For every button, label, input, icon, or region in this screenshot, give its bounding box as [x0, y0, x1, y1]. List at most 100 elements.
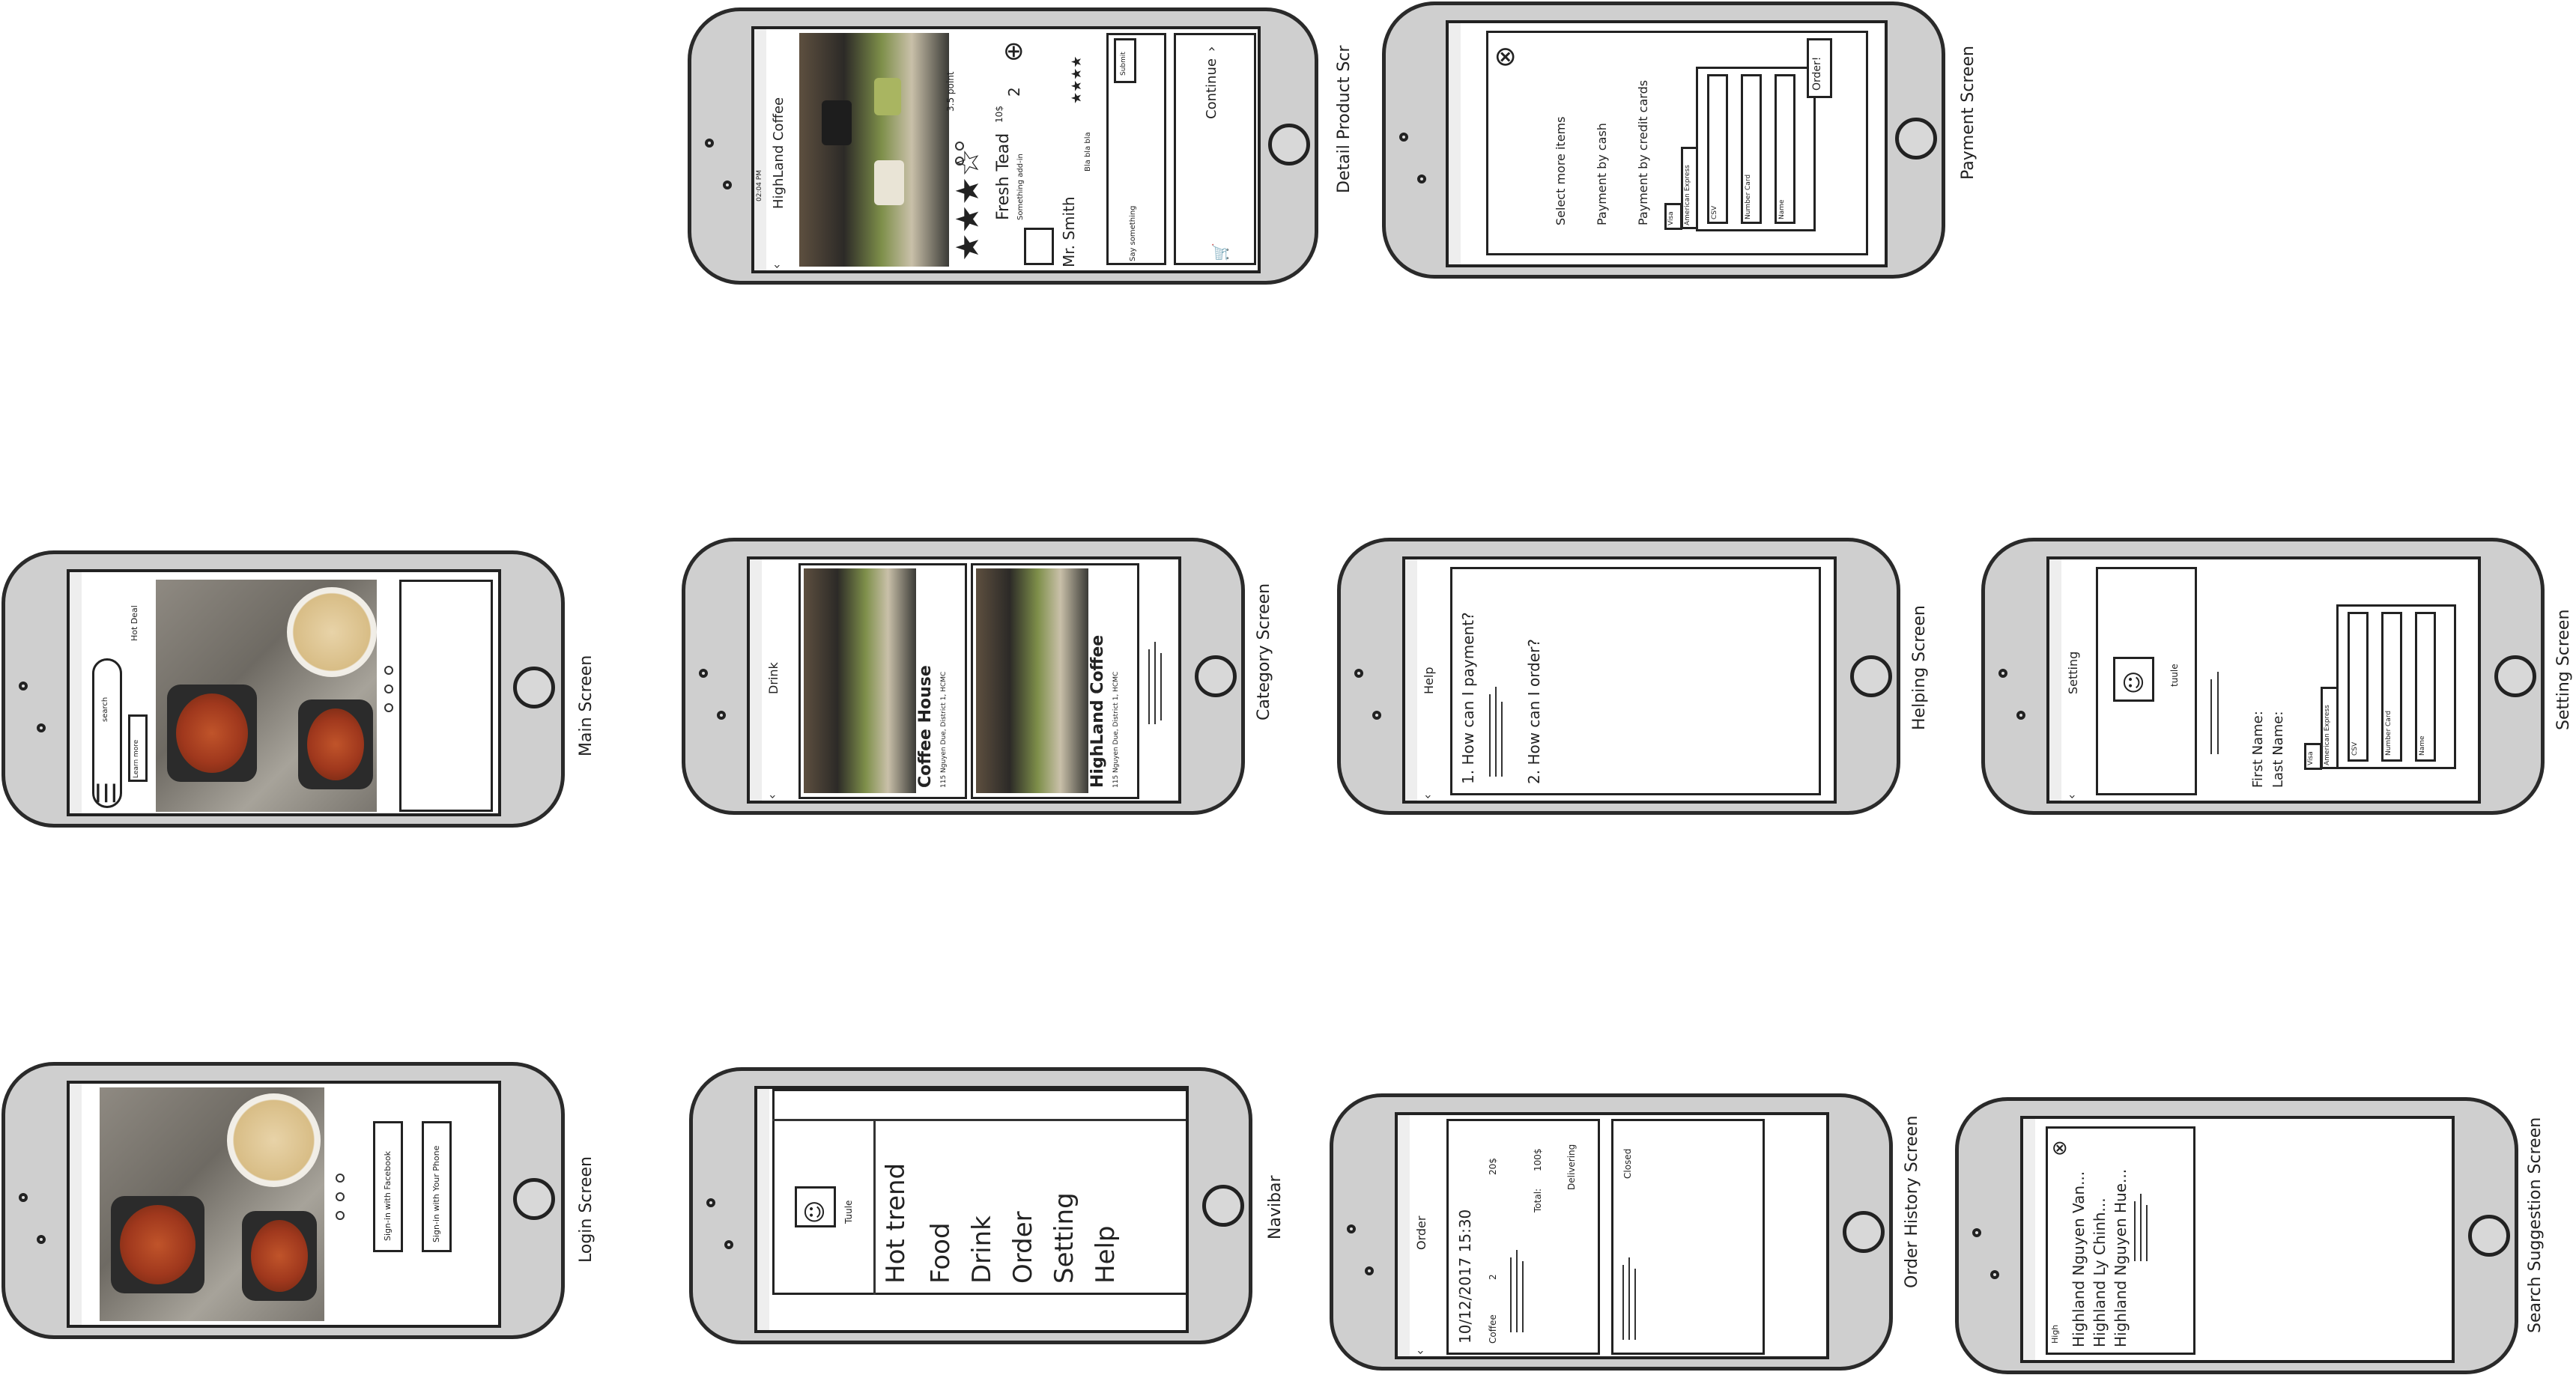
username: tuule — [2169, 664, 2180, 687]
faq-question-2[interactable]: 2. How can I order? — [1525, 639, 1543, 784]
dish-image — [167, 685, 257, 782]
home-button[interactable] — [1843, 1211, 1885, 1253]
review-text: Bla bla bla — [1084, 132, 1092, 172]
back-icon[interactable]: ‹ — [765, 795, 779, 799]
cup-image — [874, 160, 904, 205]
speaker — [1998, 669, 2007, 678]
status-bar — [70, 1084, 82, 1325]
nav-item-hot-trend[interactable]: Hot trend — [881, 1163, 911, 1284]
faq-question-1[interactable]: 1. How can I payment? — [1459, 612, 1477, 784]
nav-item-food[interactable]: Food — [926, 1222, 956, 1284]
order-price: 20$ — [1488, 1158, 1498, 1175]
drawer-divider — [873, 1119, 876, 1295]
option-credit[interactable]: Payment by credit cards — [1636, 80, 1650, 225]
placeholder-text-line — [2146, 1205, 2148, 1261]
name-label: Name — [2419, 735, 2426, 756]
speaker — [1347, 1224, 1356, 1233]
order-qty: 2 — [1488, 1274, 1498, 1280]
clear-icon[interactable]: ⊗ — [2049, 1140, 2071, 1156]
order-button-label: Order! — [1811, 56, 1823, 91]
csv-input[interactable] — [2348, 612, 2369, 762]
placeholder-text-line — [1510, 1257, 1512, 1332]
status-bar — [757, 1089, 769, 1330]
caption-helping: Helping Screen — [1910, 605, 1929, 730]
category-phone: ‹ Drink Coffee House 115 Nguyen Due, Dis… — [682, 538, 1245, 815]
product-thumb-icon — [1024, 228, 1054, 265]
carousel-dot[interactable] — [336, 1211, 345, 1220]
home-button[interactable] — [1895, 118, 1937, 160]
order-total-label: Total: — [1533, 1188, 1543, 1212]
caption-detail: Detail Product Scr — [1335, 45, 1354, 193]
carousel-dot[interactable] — [384, 685, 393, 693]
order-total: 100$ — [1533, 1148, 1543, 1171]
facebook-signin-label: Sign-in with Facebook — [383, 1150, 393, 1241]
continue-label[interactable]: Continue — [1204, 58, 1219, 119]
setting-screen: ‹ Setting ☺ tuule First Name: Last Name:… — [2046, 556, 2481, 804]
carousel-dot[interactable] — [384, 703, 393, 712]
dish-image — [242, 1211, 317, 1301]
status-bar — [750, 559, 762, 801]
product-points: 3.5 point — [945, 71, 956, 112]
home-button[interactable] — [2468, 1215, 2510, 1257]
payment-screen: ⊗ Select more items Payment by cash Paym… — [1446, 20, 1888, 267]
close-icon[interactable]: ⊗ — [1490, 46, 1521, 68]
detail-screen: 02:04 PM ‹ HighLand Coffee ★★★☆ 3.5 poin… — [751, 26, 1261, 273]
status-bar — [1449, 23, 1461, 264]
dish-image — [111, 1196, 204, 1293]
comment-input[interactable]: Say something — [1129, 205, 1137, 261]
helping-phone: ‹ Help 1. How can I payment? 2. How can … — [1337, 538, 1900, 815]
placeholder-text-line — [1522, 1261, 1524, 1332]
csv-input[interactable] — [1707, 74, 1728, 224]
search-suggestion[interactable]: Highland Nguyen Hue... — [2112, 1169, 2130, 1347]
add-icon[interactable]: ⊕ — [998, 41, 1028, 63]
search-phone: ⊗ High Highland Nguyen Van... Highland L… — [1955, 1097, 2518, 1374]
status-time: 02:04 PM — [756, 170, 763, 201]
card-address: 115 Nguyen Due, District 1, HCMC — [940, 671, 948, 788]
home-button[interactable] — [2494, 655, 2536, 697]
search-placeholder: search — [101, 696, 109, 722]
order-phone: ‹ Order 10/12/2017 15:30 Coffee 2 20$ To… — [1330, 1093, 1893, 1371]
option-select-more[interactable]: Select more items — [1554, 117, 1568, 225]
camera — [37, 723, 46, 732]
back-icon[interactable]: ‹ — [2064, 795, 2079, 799]
home-button[interactable] — [513, 667, 555, 708]
home-button[interactable] — [1202, 1185, 1244, 1227]
caption-payment: Payment Screen — [1959, 46, 1978, 180]
carousel-dot[interactable] — [336, 1174, 345, 1183]
product-sub: Something add-in — [1016, 154, 1025, 220]
hot-deal-label: Hot Deal — [130, 605, 139, 641]
cart-icon[interactable]: 🛒 — [1211, 243, 1229, 261]
home-button[interactable] — [1195, 655, 1237, 697]
home-button[interactable] — [1850, 655, 1892, 697]
home-button[interactable] — [1268, 124, 1310, 166]
search-suggestion[interactable]: Highland Ly Chinh... — [2091, 1198, 2109, 1347]
setting-phone: ‹ Setting ☺ tuule First Name: Last Name:… — [1981, 538, 2545, 815]
home-button[interactable] — [513, 1178, 555, 1220]
placeholder-text-line — [1154, 642, 1156, 724]
chevron-right-icon[interactable]: › — [1204, 46, 1219, 52]
menu-icon[interactable]: ☰ — [92, 782, 122, 804]
back-icon[interactable]: ‹ — [769, 264, 784, 269]
carousel-dot[interactable] — [384, 666, 393, 675]
speaker — [705, 139, 714, 148]
camera — [1990, 1270, 1999, 1279]
nav-item-help[interactable]: Help — [1091, 1225, 1121, 1284]
page-title: Setting — [2066, 651, 2080, 694]
option-cash[interactable]: Payment by cash — [1595, 123, 1609, 225]
placeholder-text-line — [2217, 672, 2219, 754]
learn-more-label: Learn more — [133, 739, 140, 778]
back-icon[interactable]: ‹ — [1420, 795, 1434, 799]
placeholder-text-line — [1148, 649, 1150, 724]
search-input[interactable]: High — [2050, 1325, 2060, 1344]
nav-item-drink[interactable]: Drink — [967, 1215, 997, 1284]
nav-item-setting[interactable]: Setting — [1049, 1192, 1079, 1284]
order-datetime: 10/12/2017 15:30 — [1456, 1209, 1474, 1344]
nav-item-order[interactable]: Order — [1008, 1211, 1038, 1284]
placeholder-text-line — [2134, 1201, 2136, 1261]
nav-username: Tuule — [843, 1200, 854, 1224]
search-suggestion[interactable]: Highland Nguyen Van... — [2070, 1171, 2088, 1347]
helping-screen: ‹ Help 1. How can I payment? 2. How can … — [1402, 556, 1837, 804]
back-icon[interactable]: ‹ — [1413, 1350, 1427, 1355]
carousel-dot[interactable] — [336, 1192, 345, 1201]
caption-setting: Setting Screen — [2554, 609, 2573, 730]
